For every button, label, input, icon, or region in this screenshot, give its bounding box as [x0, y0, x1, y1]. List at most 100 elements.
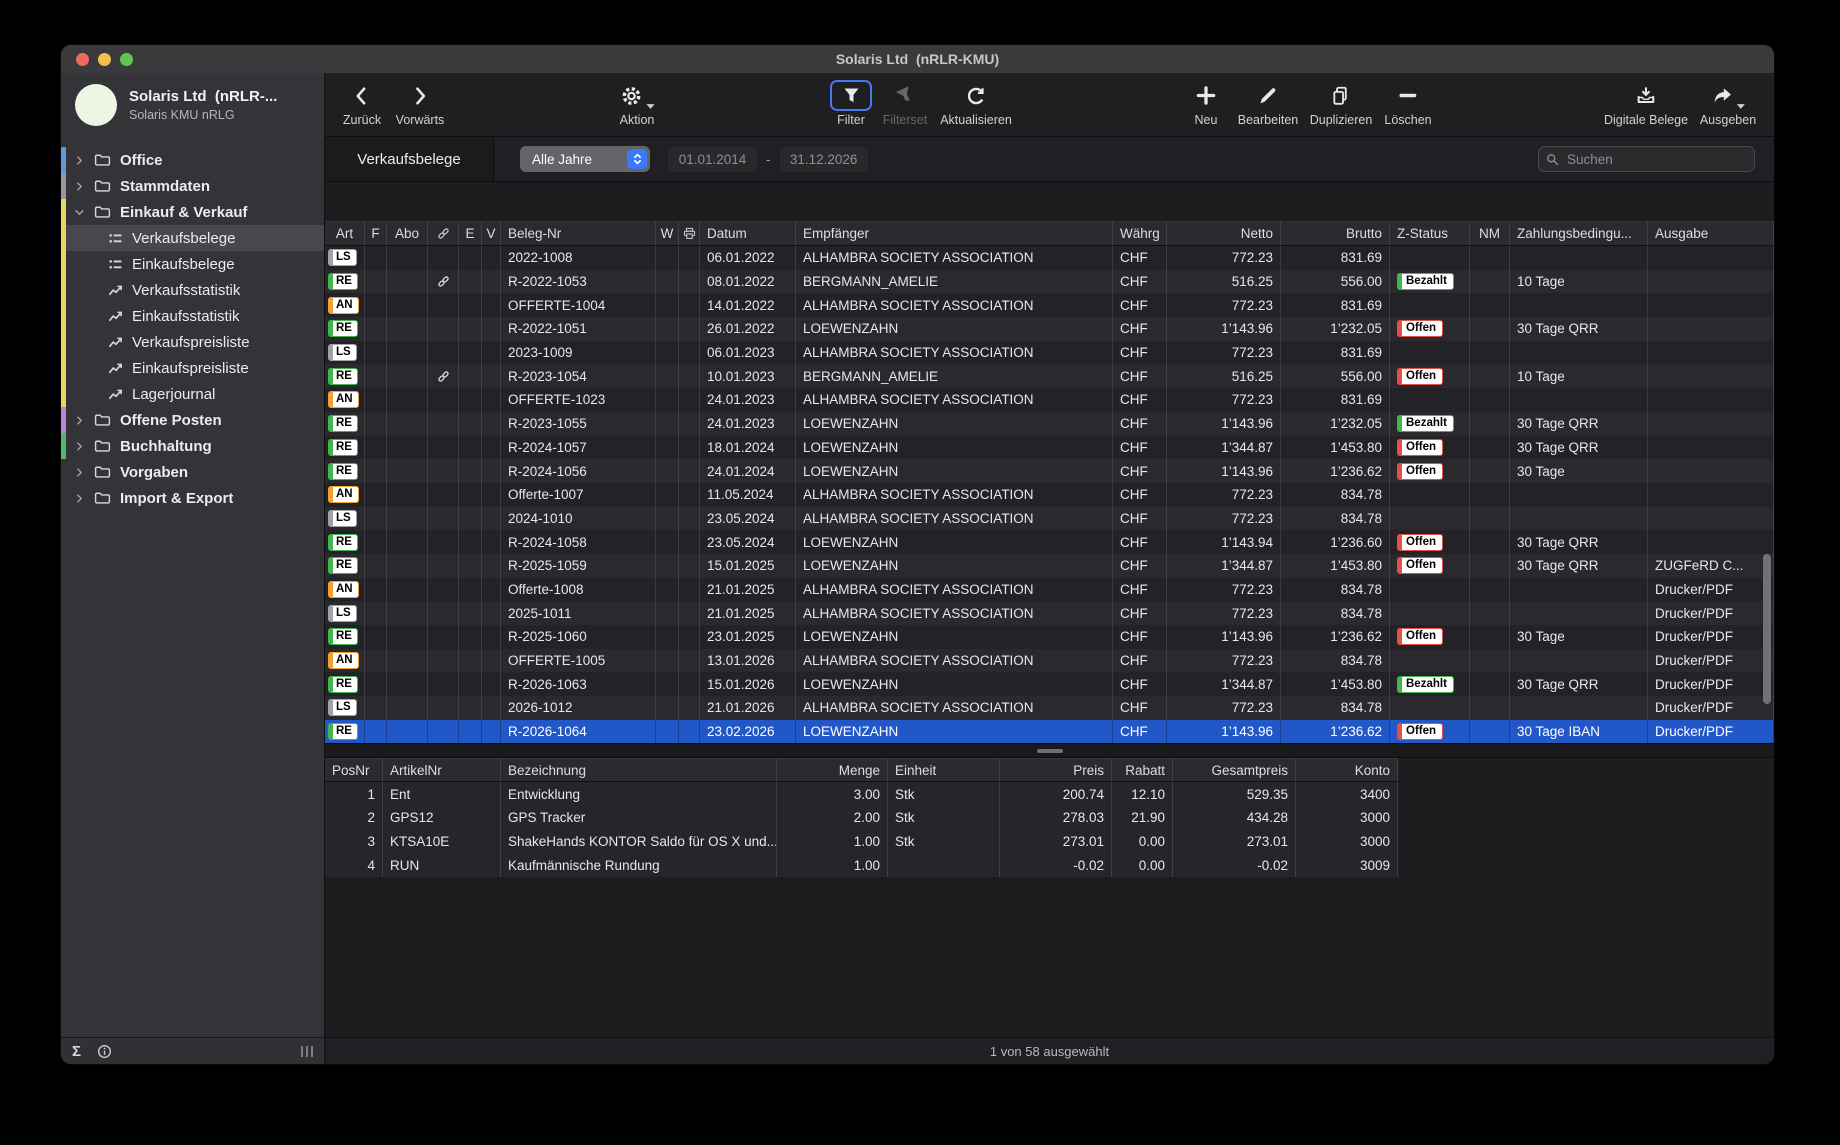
chevron-right-icon[interactable] [74, 181, 87, 192]
delete-button[interactable]: Löschen [1384, 80, 1431, 127]
sidebar-item-einkauf-verkauf[interactable]: Einkauf & Verkauf [61, 199, 324, 225]
sidebar-item-buchhaltung[interactable]: Buchhaltung [61, 433, 324, 459]
forward-button[interactable]: Vorwärts [396, 80, 445, 127]
table-row[interactable]: RER-2025-105915.01.2025LOEWENZAHNCHF1’34… [325, 554, 1774, 578]
search-field[interactable] [1538, 146, 1755, 172]
table-row[interactable]: RER-2022-105126.01.2022LOEWENZAHNCHF1’14… [325, 317, 1774, 341]
sum-button[interactable]: Σ [72, 1043, 81, 1060]
table-row[interactable]: RER-2024-105624.01.2024LOEWENZAHNCHF1’14… [325, 459, 1774, 483]
sidebar-resize-grip[interactable] [301, 1046, 313, 1057]
positions-header-posnr[interactable]: PosNr [325, 759, 383, 781]
column-header-zahlung[interactable]: Zahlungsbedingu... [1510, 222, 1648, 245]
sidebar-item-einkaufspreisliste[interactable]: Einkaufspreisliste [61, 355, 324, 381]
position-row[interactable]: 4RUNKaufmännische Rundung1.00-0.020.00-0… [325, 854, 1398, 878]
table-row[interactable]: ANOFFERTE-100414.01.2022ALHAMBRA SOCIETY… [325, 293, 1774, 317]
sidebar-item-einkaufsbelege[interactable]: Einkaufsbelege [61, 251, 324, 277]
vertical-scrollbar-thumb[interactable] [1763, 554, 1771, 704]
table-row[interactable]: ANOfferte-100711.05.2024ALHAMBRA SOCIETY… [325, 483, 1774, 507]
sidebar-item-verkaufsbelege[interactable]: Verkaufsbelege [61, 225, 324, 251]
output-button[interactable]: Ausgeben [1700, 80, 1756, 127]
positions-header-artikelnr[interactable]: ArtikelNr [383, 759, 501, 781]
back-button[interactable]: Zurück [343, 80, 381, 127]
column-header-w[interactable]: W [656, 222, 679, 245]
minimize-window-button[interactable] [98, 53, 111, 66]
column-header-link[interactable] [428, 222, 459, 245]
table-row[interactable]: ANOFFERTE-102324.01.2023ALHAMBRA SOCIETY… [325, 388, 1774, 412]
table-row[interactable]: LS2023-100906.01.2023ALHAMBRA SOCIETY AS… [325, 341, 1774, 365]
table-row[interactable]: ANOFFERTE-100513.01.2026ALHAMBRA SOCIETY… [325, 649, 1774, 673]
table-row[interactable]: LS2024-101023.05.2024ALHAMBRA SOCIETY AS… [325, 507, 1774, 531]
chevron-right-icon[interactable] [74, 415, 87, 426]
filterset-button[interactable]: Filterset [883, 80, 927, 127]
sidebar-item-vorgaben[interactable]: Vorgaben [61, 459, 324, 485]
search-input[interactable] [1565, 151, 1754, 168]
column-header-nm[interactable]: NM [1470, 222, 1510, 245]
new-button[interactable]: Neu [1195, 80, 1218, 127]
chevron-right-icon[interactable] [74, 467, 87, 478]
edit-button[interactable]: Bearbeiten [1238, 80, 1298, 127]
table-row[interactable]: RER-2022-105308.01.2022BERGMANN_AMELIECH… [325, 270, 1774, 294]
splitter-handle-icon[interactable] [1037, 749, 1063, 753]
chevron-right-icon[interactable] [74, 441, 87, 452]
chevron-right-icon[interactable] [74, 493, 87, 504]
chevron-right-icon[interactable] [74, 155, 87, 166]
column-header-v[interactable]: V [482, 222, 501, 245]
positions-header-bezeichnung[interactable]: Bezeichnung [501, 759, 777, 781]
table-row[interactable]: RER-2023-105410.01.2023BERGMANN_AMELIECH… [325, 364, 1774, 388]
column-header-brutto[interactable]: Brutto [1281, 222, 1390, 245]
column-header-art[interactable]: Art [325, 222, 365, 245]
chevron-down-icon[interactable] [74, 207, 87, 218]
action-button[interactable]: Aktion [620, 80, 655, 127]
table-row[interactable]: RER-2023-105524.01.2023LOEWENZAHNCHF1’14… [325, 412, 1774, 436]
account-header[interactable]: Solaris Ltd (nRLR-... Solaris KMU nRLG [61, 73, 324, 137]
position-row[interactable]: 2GPS12GPS Tracker2.00Stk278.0321.90434.2… [325, 806, 1398, 830]
table-row[interactable]: LS2022-100806.01.2022ALHAMBRA SOCIETY AS… [325, 246, 1774, 270]
sidebar-item-offene-posten[interactable]: Offene Posten [61, 407, 324, 433]
sidebar-item-lagerjournal[interactable]: Lagerjournal [61, 381, 324, 407]
info-icon[interactable] [97, 1044, 112, 1059]
table-row[interactable]: RER-2026-106315.01.2026LOEWENZAHNCHF1’34… [325, 672, 1774, 696]
positions-header-menge[interactable]: Menge [777, 759, 888, 781]
sidebar-item-verkaufsstatistik[interactable]: Verkaufsstatistik [61, 277, 324, 303]
date-to-field[interactable] [780, 147, 868, 172]
sidebar-item-einkaufsstatistik[interactable]: Einkaufsstatistik [61, 303, 324, 329]
positions-header-rabatt[interactable]: Rabatt [1112, 759, 1173, 781]
sidebar-item-office[interactable]: Office [61, 147, 324, 173]
table-row[interactable]: RER-2026-106423.02.2026LOEWENZAHNCHF1’14… [325, 720, 1774, 744]
position-row[interactable]: 1EntEntwicklung3.00Stk200.7412.10529.353… [325, 782, 1398, 806]
table-row[interactable]: ANOfferte-100821.01.2025ALHAMBRA SOCIETY… [325, 578, 1774, 602]
sidebar-item-verkaufspreisliste[interactable]: Verkaufspreisliste [61, 329, 324, 355]
column-header-netto[interactable]: Netto [1167, 222, 1281, 245]
close-window-button[interactable] [76, 53, 89, 66]
digital-documents-button[interactable]: Digitale Belege [1604, 80, 1688, 127]
column-header-print[interactable] [679, 222, 700, 245]
column-header-zstatus[interactable]: Z-Status [1390, 222, 1470, 245]
column-header-f[interactable]: F [365, 222, 387, 245]
column-header-datum[interactable]: Datum [700, 222, 796, 245]
positions-header-einheit[interactable]: Einheit [888, 759, 1000, 781]
column-header-beleg[interactable]: Beleg-Nr [501, 222, 656, 245]
table-row[interactable]: LS2025-101121.01.2025ALHAMBRA SOCIETY AS… [325, 601, 1774, 625]
positions-header-konto[interactable]: Konto [1296, 759, 1398, 781]
column-header-abo[interactable]: Abo [387, 222, 428, 245]
sidebar-item-import-export[interactable]: Import & Export [61, 485, 324, 511]
positions-header-preis[interactable]: Preis [1000, 759, 1112, 781]
column-header-waehrg[interactable]: Währg [1113, 222, 1167, 245]
zoom-window-button[interactable] [120, 53, 133, 66]
splitter[interactable] [325, 743, 1774, 758]
table-row[interactable]: RER-2024-105718.01.2024LOEWENZAHNCHF1’34… [325, 436, 1774, 460]
table-row[interactable]: RER-2025-106023.01.2025LOEWENZAHNCHF1’14… [325, 625, 1774, 649]
position-row[interactable]: 3KTSA10EShakeHands KONTOR Saldo für OS X… [325, 830, 1398, 854]
table-row[interactable]: LS2026-101221.01.2026ALHAMBRA SOCIETY AS… [325, 696, 1774, 720]
date-from-field[interactable] [668, 147, 757, 172]
duplicate-button[interactable]: Duplizieren [1310, 80, 1373, 127]
year-select[interactable]: Alle Jahre [520, 146, 650, 172]
column-header-e[interactable]: E [459, 222, 482, 245]
table-row[interactable]: RER-2024-105823.05.2024LOEWENZAHNCHF1’14… [325, 530, 1774, 554]
sidebar-item-stammdaten[interactable]: Stammdaten [61, 173, 324, 199]
positions-header-gesamtpreis[interactable]: Gesamtpreis [1173, 759, 1296, 781]
filter-button[interactable]: Filter [830, 80, 872, 127]
column-header-empfaenger[interactable]: Empfänger [796, 222, 1113, 245]
refresh-button[interactable]: Aktualisieren [940, 80, 1012, 127]
column-header-ausgabe[interactable]: Ausgabe [1648, 222, 1774, 245]
